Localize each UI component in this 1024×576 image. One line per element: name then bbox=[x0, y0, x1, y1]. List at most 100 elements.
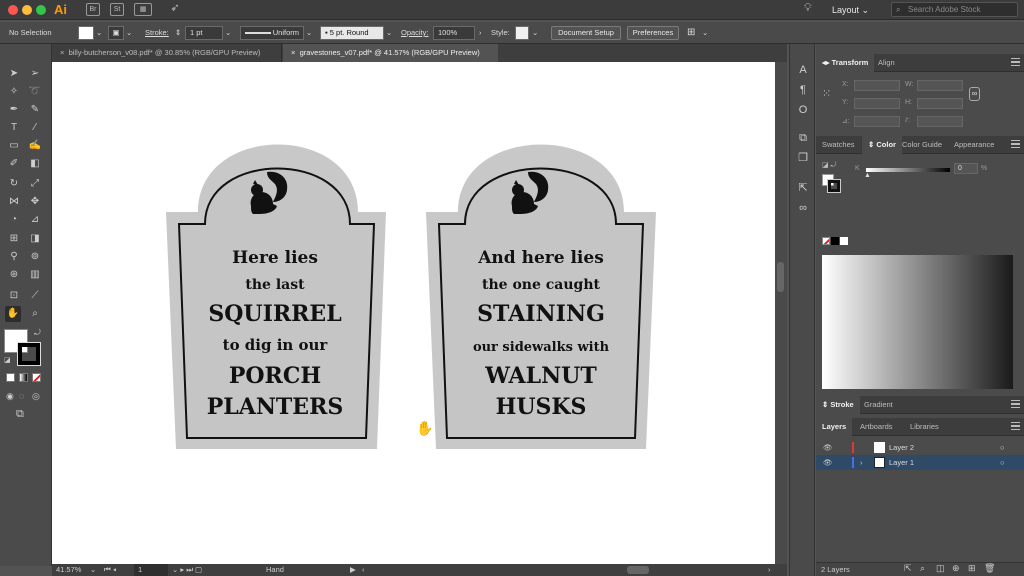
vertical-scrollbar[interactable] bbox=[775, 62, 787, 564]
layer-name[interactable]: Layer 1 bbox=[889, 455, 914, 470]
eyedropper-tool-icon[interactable]: ⚲ bbox=[6, 249, 22, 265]
brush-definition[interactable]: ▪ 5 pt. Round bbox=[320, 26, 384, 40]
default-colors-icon[interactable]: ◪ bbox=[4, 356, 11, 364]
arrange-documents-icon[interactable]: ▦ bbox=[134, 3, 152, 16]
visibility-eye-icon[interactable]: 👁︎ bbox=[823, 455, 833, 470]
shear-field[interactable] bbox=[917, 116, 963, 127]
export-icon[interactable]: ⇱ bbox=[904, 563, 912, 574]
constrain-proportions-icon[interactable]: ∞ bbox=[969, 87, 980, 101]
screen-mode-icon[interactable]: ⧉ bbox=[16, 408, 24, 421]
tab-billy-butcherson[interactable]: × billy-butcherson_v08.pdf* @ 30.85% (RG… bbox=[52, 44, 282, 62]
stroke-color-swatch[interactable] bbox=[17, 342, 41, 366]
reference-point-icon[interactable]: ⁙ bbox=[822, 87, 831, 100]
rectangle-tool-icon[interactable]: ▭ bbox=[6, 138, 22, 154]
color-spectrum[interactable] bbox=[822, 255, 1013, 389]
artboard-nav-icon[interactable]: ⌄ ▸ ⏭ ▢ bbox=[172, 564, 202, 576]
zoom-tool-icon[interactable]: ⌕ bbox=[27, 306, 43, 322]
panel-menu-icon[interactable] bbox=[1011, 400, 1020, 408]
stroke-weight-field[interactable]: 1 pt bbox=[185, 26, 223, 40]
chevron-down-icon[interactable]: ⌄ bbox=[90, 564, 96, 576]
clipping-mask-icon[interactable]: ◫ bbox=[936, 563, 945, 574]
eraser-tool-icon[interactable]: ◧ bbox=[27, 156, 43, 172]
paintbrush-tool-icon[interactable]: ✍ bbox=[27, 138, 43, 154]
layer-name[interactable]: Layer 2 bbox=[889, 440, 914, 455]
target-icon[interactable]: ○ bbox=[1000, 455, 1005, 470]
bridge-icon[interactable]: Br bbox=[86, 3, 100, 16]
symbol-sprayer-icon[interactable]: ⊛ bbox=[6, 267, 22, 283]
y-field[interactable] bbox=[854, 98, 900, 109]
x-field[interactable] bbox=[854, 80, 900, 91]
expand-arrow-icon[interactable]: › bbox=[860, 455, 863, 470]
none-swatch-icon[interactable] bbox=[822, 237, 830, 245]
slice-tool-icon[interactable]: ⟋ bbox=[27, 288, 43, 304]
document-setup-button[interactable]: Document Setup bbox=[551, 26, 621, 40]
shaper-tool-icon[interactable]: ✐ bbox=[6, 156, 22, 172]
chevron-right-icon[interactable]: › bbox=[768, 564, 771, 576]
color-mode-icon[interactable] bbox=[6, 373, 15, 382]
workspace-switcher[interactable]: Layout ⌄ bbox=[826, 0, 884, 20]
draw-inside-icon[interactable]: ◎ bbox=[32, 391, 40, 402]
puppet-warp-icon[interactable]: ✥ bbox=[27, 194, 43, 210]
shape-builder-icon[interactable]: ◔ bbox=[6, 212, 22, 228]
k-slider[interactable] bbox=[866, 168, 950, 172]
layer-row-2[interactable]: 👁︎ Layer 2 ○ bbox=[816, 440, 1024, 455]
swap-colors-icon[interactable]: ⤾ bbox=[34, 328, 41, 338]
artboard-nav-icon[interactable]: ⏮ ◂ bbox=[104, 564, 116, 576]
tab-artboards[interactable]: Artboards bbox=[854, 418, 899, 436]
fill-swatch[interactable] bbox=[78, 26, 94, 40]
tab-align[interactable]: Align bbox=[872, 54, 901, 72]
line-tool-icon[interactable]: ⁄ bbox=[27, 120, 43, 136]
visibility-eye-icon[interactable]: 👁︎ bbox=[823, 440, 833, 455]
selection-tool-icon[interactable]: ➤ bbox=[6, 66, 22, 82]
white-swatch[interactable] bbox=[840, 237, 848, 245]
lasso-tool-icon[interactable]: ➰ bbox=[27, 84, 43, 100]
artboard-number-field[interactable]: 1 bbox=[134, 564, 168, 576]
opacity-label[interactable]: Opacity: bbox=[401, 22, 429, 44]
tab-color-guide[interactable]: Color Guide bbox=[896, 136, 948, 154]
locate-object-icon[interactable]: ⌕ bbox=[920, 563, 925, 574]
stroke-label[interactable]: Stroke: bbox=[145, 22, 169, 44]
slider-thumb-icon[interactable]: ▲ bbox=[864, 172, 871, 179]
scroll-thumb[interactable] bbox=[777, 262, 784, 292]
none-mode-icon[interactable] bbox=[32, 373, 41, 382]
opentype-panel-icon[interactable]: O bbox=[795, 102, 811, 118]
new-sublayer-icon[interactable]: ⊕ bbox=[952, 563, 960, 574]
play-icon[interactable]: ▶ bbox=[350, 564, 356, 576]
gradient-tool-icon[interactable]: ◨ bbox=[27, 231, 43, 247]
chevron-down-icon[interactable]: ⌄ bbox=[126, 22, 132, 44]
chevron-right-icon[interactable]: › bbox=[479, 22, 482, 44]
chevron-down-icon[interactable]: ⌄ bbox=[386, 22, 392, 44]
width-tool-icon[interactable]: ⋈ bbox=[6, 194, 22, 210]
new-layer-icon[interactable]: ⊞ bbox=[968, 563, 976, 574]
character-panel-icon[interactable]: A bbox=[795, 62, 811, 78]
close-tab-icon[interactable]: × bbox=[60, 48, 64, 57]
variable-width-profile[interactable]: Uniform bbox=[240, 26, 304, 40]
default-colors-icon[interactable]: ◪ ⤾ bbox=[822, 161, 836, 170]
tab-gravestones[interactable]: × gravestones_v07.pdf* @ 41.57% (RGB/GPU… bbox=[283, 44, 498, 62]
mesh-tool-icon[interactable]: ⊞ bbox=[6, 231, 22, 247]
artboard-tool-icon[interactable]: ⊡ bbox=[6, 288, 22, 304]
draw-behind-icon[interactable]: ◌ bbox=[19, 391, 24, 401]
chevron-down-icon[interactable]: ⌄ bbox=[96, 22, 102, 44]
layer-row-1[interactable]: 👁︎ › Layer 1 ○ bbox=[816, 455, 1024, 470]
panel-menu-icon[interactable] bbox=[1011, 422, 1020, 430]
rotate-tool-icon[interactable]: ↻ bbox=[6, 176, 22, 192]
opacity-field[interactable]: 100% bbox=[433, 26, 475, 40]
search-stock-input[interactable]: ⌕ Search Adobe Stock bbox=[891, 2, 1018, 17]
asset-export-icon[interactable]: ⧉ bbox=[795, 130, 811, 146]
perspective-grid-icon[interactable]: ⊿ bbox=[27, 212, 43, 228]
chevron-down-icon[interactable]: ⌄ bbox=[225, 22, 231, 44]
panel-menu-icon[interactable] bbox=[1011, 140, 1020, 148]
horizontal-scroll-thumb[interactable] bbox=[627, 566, 649, 574]
tab-layers[interactable]: Layers bbox=[816, 418, 853, 436]
minimize-window-button[interactable] bbox=[22, 5, 32, 15]
direct-selection-tool-icon[interactable]: ➢ bbox=[27, 66, 43, 82]
layers-stack-icon[interactable]: ❐ bbox=[795, 150, 811, 166]
close-tab-icon[interactable]: × bbox=[291, 48, 295, 57]
target-icon[interactable]: ○ bbox=[1000, 440, 1005, 455]
k-value-field[interactable]: 0 bbox=[954, 163, 978, 174]
scale-tool-icon[interactable]: ⤢ bbox=[27, 176, 43, 192]
style-swatch[interactable] bbox=[515, 26, 529, 40]
close-window-button[interactable] bbox=[8, 5, 18, 15]
tab-transform[interactable]: ◂▸ Transform bbox=[816, 54, 875, 72]
